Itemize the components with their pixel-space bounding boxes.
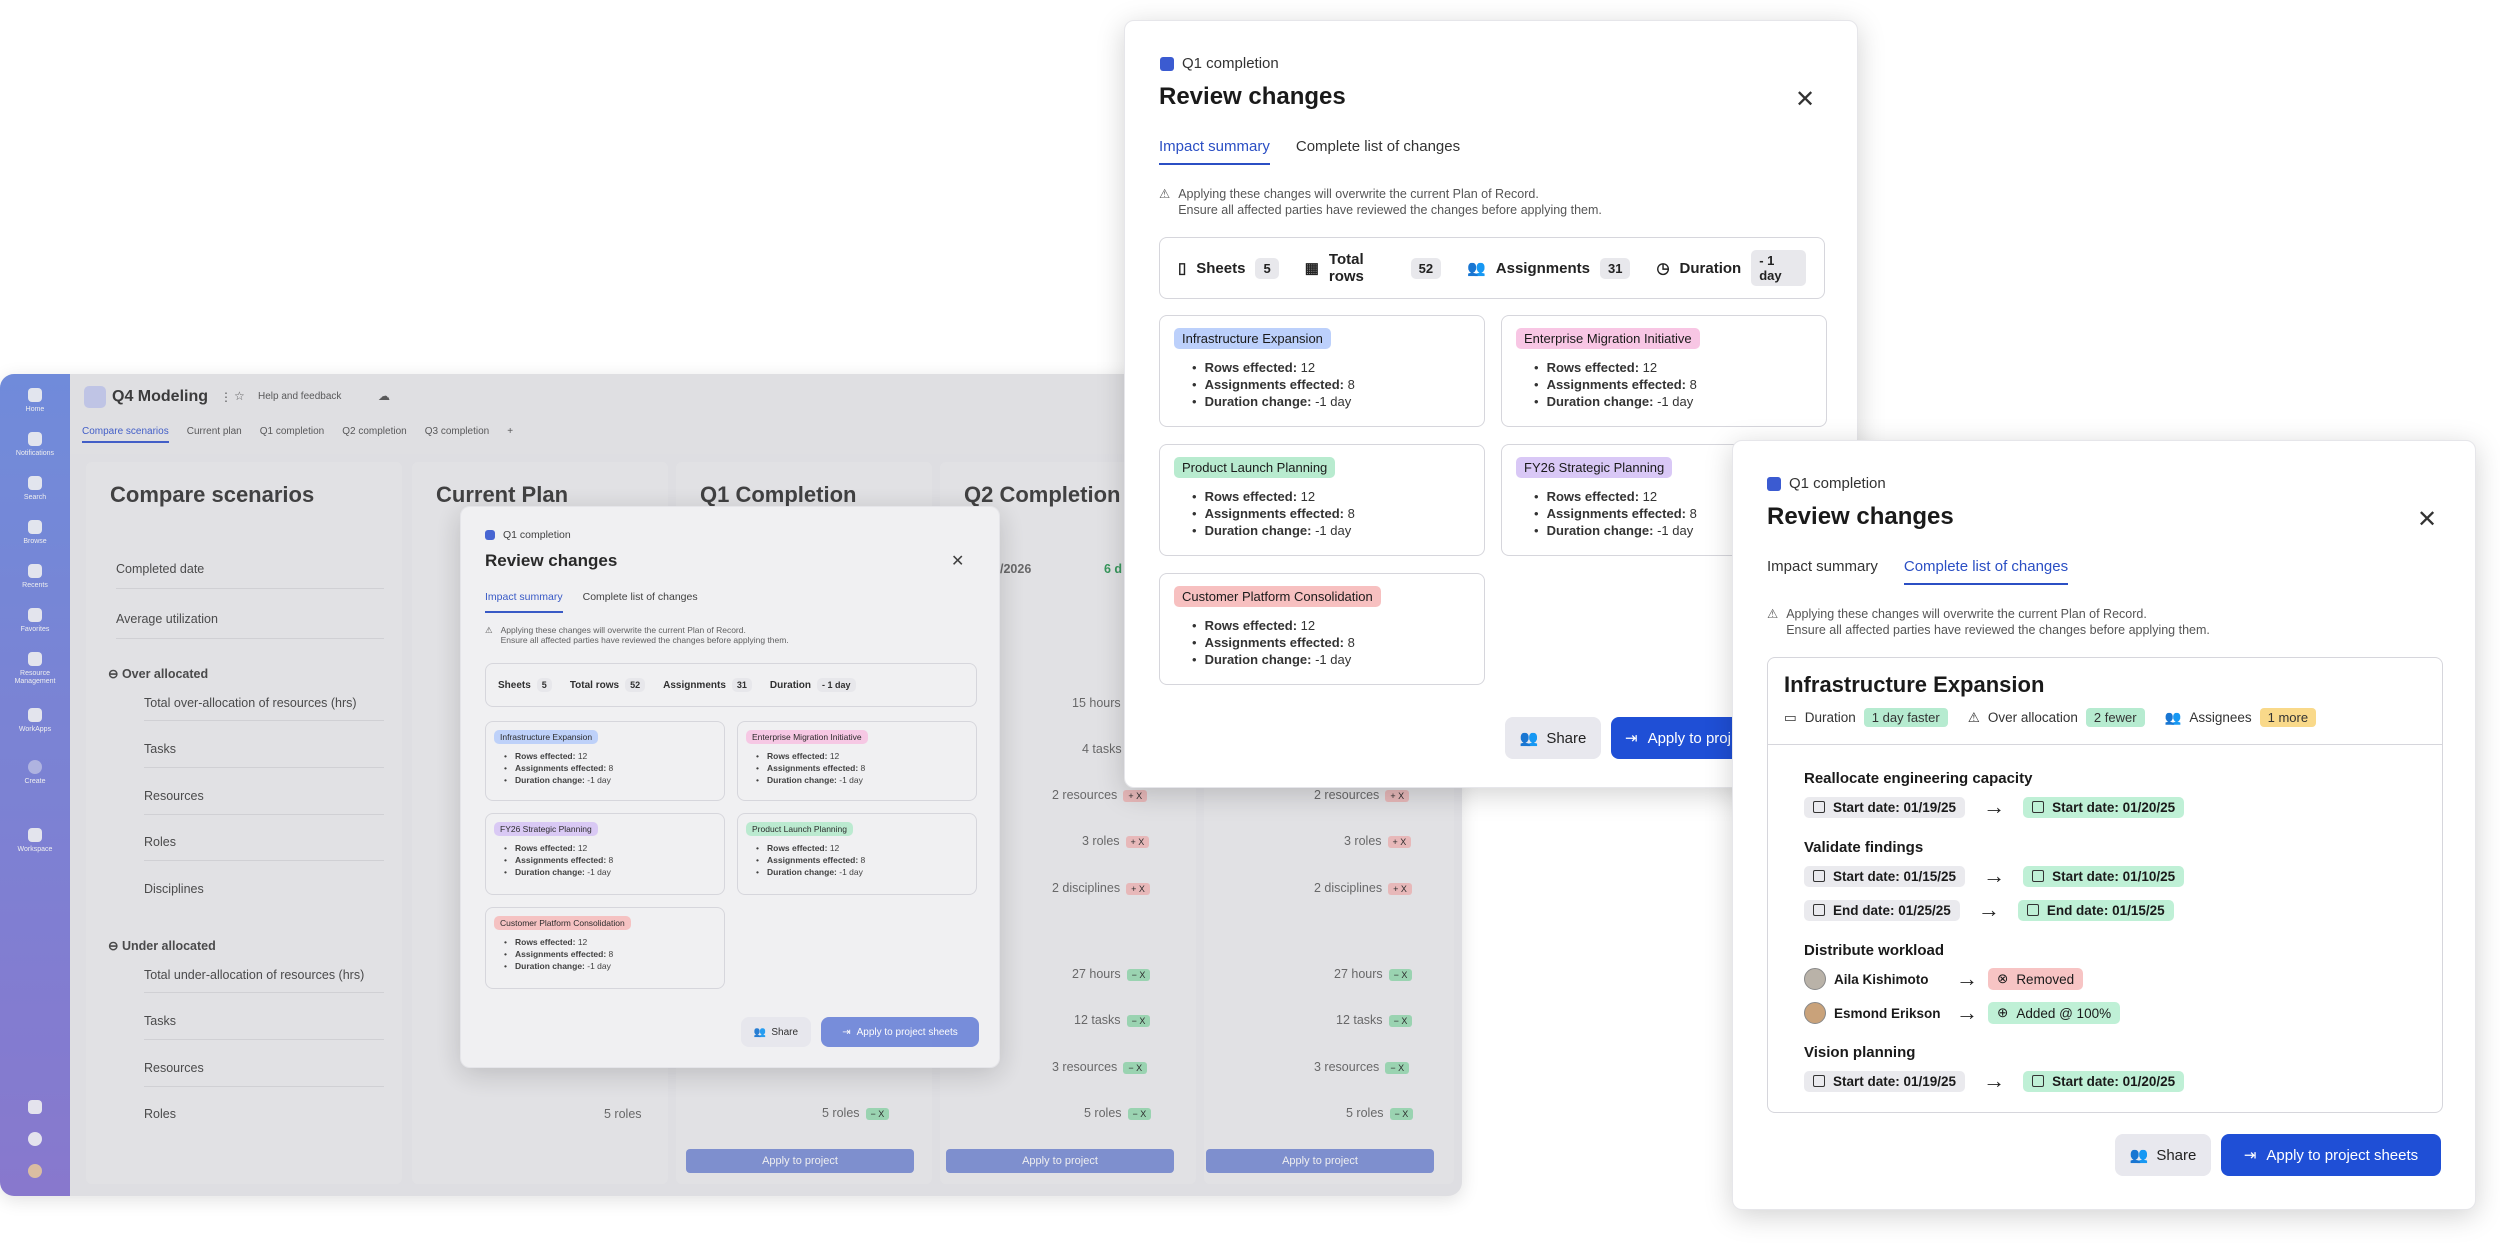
stat-assignments: 👥 Assignments 31 xyxy=(1467,257,1631,279)
project-card-customer-platform: Customer Platform Consolidation Rows eff… xyxy=(1159,573,1485,685)
project-card-enterprise-migration: Enterprise Migration Initiative Rows eff… xyxy=(1501,315,1827,427)
people-icon: 👥 xyxy=(753,1026,767,1038)
share-button[interactable]: 👥 Share xyxy=(741,1017,811,1047)
modal-tabs: Impact summary Complete list of changes xyxy=(1159,138,1460,165)
modal-title: Review changes xyxy=(1767,503,1954,530)
changes-detail-panel: Infrastructure Expansion ▭ Duration 1 day … xyxy=(1767,657,2443,1113)
warning-icon: ⚠ xyxy=(485,625,493,635)
export-icon: ⇥ xyxy=(1625,730,1638,747)
apply-to-project-sheets-button[interactable]: ⇥ Apply to project sheets xyxy=(821,1017,979,1047)
project-card-product-launch: Product Launch Planning Rows effected: 1… xyxy=(1159,444,1485,556)
project-name: Infrastructure Expansion xyxy=(1784,672,2045,697)
arrow-right-icon: → xyxy=(1977,897,2000,922)
share-button[interactable]: 👥 Share xyxy=(2115,1134,2211,1176)
calendar-icon xyxy=(2026,904,2039,916)
stat-total-rows: ▦ Total rows 52 xyxy=(1304,251,1442,285)
arrow-right-icon: → xyxy=(1956,966,1978,991)
people-icon: 👥 xyxy=(1519,730,1539,747)
arrow-right-icon: → xyxy=(1983,863,2006,888)
warning-message: ⚠ Applying these changes will overwrite … xyxy=(1159,187,1602,217)
modal-tabs: Impact summary Complete list of changes xyxy=(1767,558,2069,585)
tab-complete-list[interactable]: Complete list of changes xyxy=(1296,138,1460,165)
tab-impact-summary[interactable]: Impact summary xyxy=(1159,138,1270,165)
arrow-right-icon: → xyxy=(1956,1000,1978,1025)
warning-message: ⚠ Applying these changes will overwrite … xyxy=(1767,607,2210,637)
people-icon: 👥 xyxy=(2164,709,2182,725)
project-card-infrastructure: Infrastructure Expansion Rows effected: … xyxy=(1159,315,1485,427)
warning-icon: ⚠ xyxy=(1767,607,1779,621)
export-icon: ⇥ xyxy=(2243,1147,2257,1164)
avatar xyxy=(1804,968,1826,990)
arrow-right-icon: → xyxy=(1983,794,2006,819)
clock-icon: ◷ xyxy=(1656,260,1670,277)
people-icon: 👥 xyxy=(1467,260,1486,277)
duration-icon: ▭ xyxy=(1784,709,1797,725)
arrow-right-icon: → xyxy=(1983,1068,2006,1093)
export-icon: ⇥ xyxy=(842,1026,851,1038)
add-person-icon: ⊕ xyxy=(1997,1005,2009,1020)
calendar-icon xyxy=(1813,904,1825,916)
sheet-icon xyxy=(1767,476,1781,491)
apply-to-project-sheets-button[interactable]: ⇥ Apply to project sheets xyxy=(2221,1134,2441,1176)
table-icon: ▦ xyxy=(1304,260,1319,277)
sheets-icon: ▯ xyxy=(1178,260,1187,277)
calendar-icon xyxy=(2032,1075,2045,1087)
tab-complete-list[interactable]: Complete list of changes xyxy=(1903,558,2069,585)
impact-stats: ▯ Sheets 5 ▦ Total rows 52 👥 Assignments 31 ◷ D… xyxy=(1159,237,1825,299)
sheet-icon xyxy=(1160,56,1174,71)
task-validate: Validate findings Start date: 01/15/25 →… xyxy=(1804,839,2185,931)
close-icon[interactable]: ✕ xyxy=(951,551,964,571)
share-button[interactable]: 👥 Share xyxy=(1505,717,1601,759)
sheet-icon xyxy=(485,530,495,540)
task-reallocate: Reallocate engineering capacity Start da… xyxy=(1804,770,2185,828)
detail-summary-row: ▭ Duration 1 day faster ⚠ Over allocation 2 … xyxy=(1784,708,2317,727)
calendar-icon xyxy=(2032,801,2045,813)
warning-icon: ⚠ xyxy=(1967,709,1980,725)
people-icon: 👥 xyxy=(2129,1147,2149,1164)
close-icon[interactable]: ✕ xyxy=(2417,505,2437,534)
task-distribute: Distribute workload Aila Kishimoto → ⊗ Re… xyxy=(1804,942,2121,1034)
breadcrumb: Q1 completion xyxy=(1767,475,1886,492)
calendar-icon xyxy=(2032,870,2045,882)
review-changes-modal-complete: Q1 completion Review changes ✕ Impact su… xyxy=(1732,440,2476,1210)
calendar-icon xyxy=(1813,801,1825,813)
stat-sheets: ▯ Sheets 5 xyxy=(1178,257,1279,279)
stat-duration: ◷ Duration - 1 day xyxy=(1656,250,1806,286)
calendar-icon xyxy=(1813,870,1825,882)
breadcrumb: Q1 completion xyxy=(1160,55,1279,72)
warning-icon: ⚠ xyxy=(1159,187,1171,201)
avatar xyxy=(1804,1002,1826,1024)
close-icon[interactable]: ✕ xyxy=(1795,85,1815,114)
remove-circle-icon: ⊗ xyxy=(1997,971,2009,986)
calendar-icon xyxy=(1813,1075,1825,1087)
small-review-modal: Q1 completion Review changes ✕ Impact su… xyxy=(460,506,1000,1068)
task-vision: Vision planning Start date: 01/19/25 → S… xyxy=(1804,1044,2185,1102)
modal-title: Review changes xyxy=(1159,83,1346,110)
tab-impact-summary[interactable]: Impact summary xyxy=(1767,558,1878,585)
